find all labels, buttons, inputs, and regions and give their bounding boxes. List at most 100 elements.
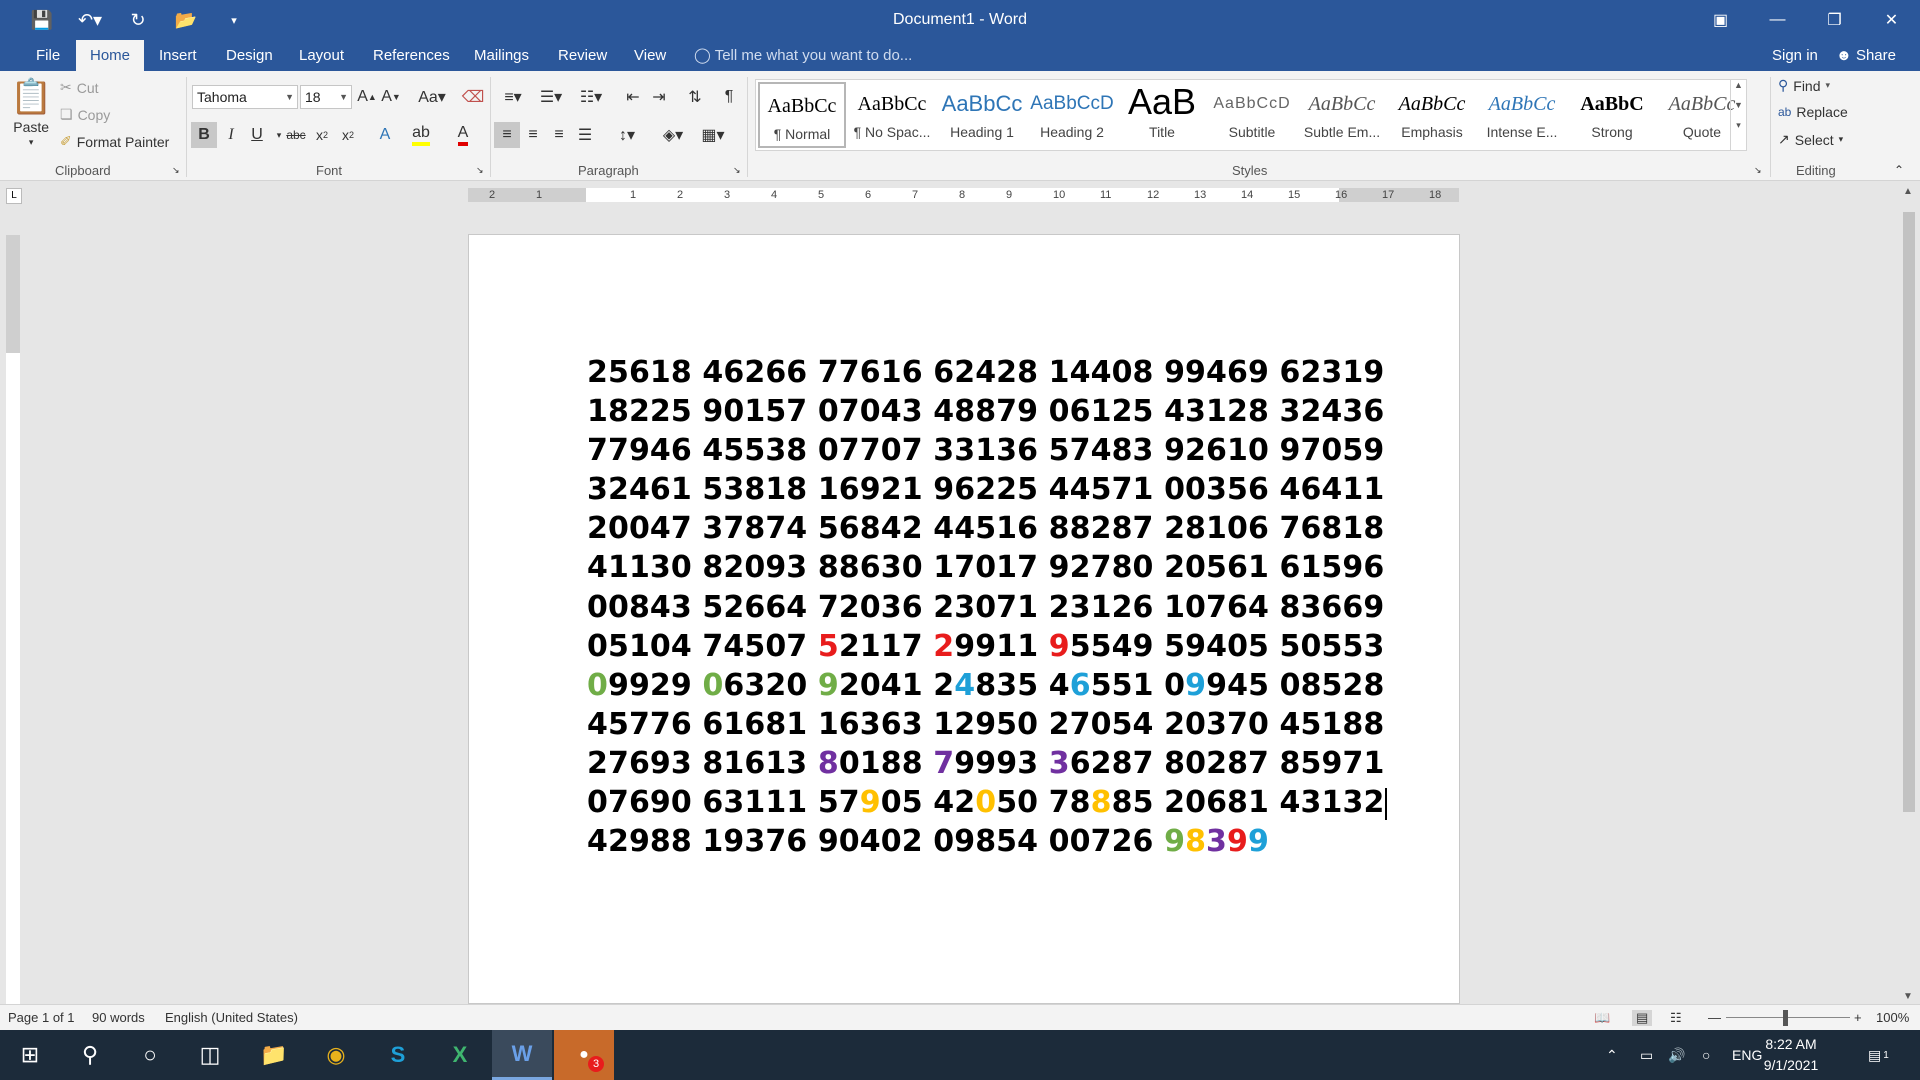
italic-button[interactable]: I [218,122,244,148]
language-status[interactable]: English (United States) [165,1010,298,1025]
highlight-icon[interactable]: ab [408,122,434,148]
font-size-combo[interactable]: 18 ▼ [300,85,352,109]
word-count[interactable]: 90 words [92,1010,145,1025]
sort-icon[interactable]: ⇅ [682,84,708,110]
zoom-in-icon[interactable]: + [1854,1010,1862,1025]
document-line[interactable]: 05104 74507 52117 29911 95549 59405 5055… [587,627,1387,666]
zoom-out-icon[interactable]: — [1708,1010,1721,1025]
tab-references[interactable]: References [359,40,464,71]
tab-home[interactable]: Home [76,40,145,71]
style-subtle-emphasis[interactable]: AaBbCc Subtle Em... [1298,82,1386,148]
align-center-icon[interactable]: ≡ [520,122,546,148]
zalo-icon[interactable]: ● 3 [554,1030,614,1080]
action-center-icon[interactable]: ▤ 1 [1868,1030,1889,1080]
page-count[interactable]: Page 1 of 1 [8,1010,75,1025]
read-mode-icon[interactable]: 📖 [1594,1010,1610,1026]
show-hidden-icons[interactable]: ⌃ [1606,1030,1618,1080]
line-spacing-icon[interactable]: ↕▾ [610,122,644,148]
tab-insert[interactable]: Insert [145,40,211,71]
styles-scroll[interactable]: ▲ ▼ ▾ [1730,80,1746,150]
windows-start-icon[interactable]: ⊞ [0,1030,60,1080]
search-icon[interactable]: ⚲ [60,1030,120,1080]
decrease-indent-icon[interactable]: ⇤ [620,84,646,110]
document-line[interactable]: 07690 63111 57905 42050 78885 20681 4313… [587,783,1388,822]
tab-selector-icon[interactable]: L [6,188,22,204]
bold-button[interactable]: B [191,122,217,148]
chrome-icon[interactable]: ◉ [306,1030,366,1080]
borders-icon[interactable]: ▦▾ [696,122,730,148]
tab-view[interactable]: View [620,40,680,71]
shading-icon[interactable]: ◈▾ [656,122,690,148]
font-launcher-icon[interactable]: ↘ [476,165,484,176]
styles-launcher-icon[interactable]: ↘ [1754,165,1762,176]
minimize-button[interactable]: — [1749,0,1806,40]
web-layout-icon[interactable]: ☷ [1670,1010,1682,1026]
print-layout-icon[interactable]: ▤ [1632,1010,1653,1026]
scroll-down-icon[interactable]: ▼ [1903,991,1913,1002]
change-case-icon[interactable]: Aa▾ [414,84,450,110]
style-heading-2[interactable]: AaBbCcD Heading 2 [1028,82,1116,148]
excel-icon[interactable]: X [430,1030,490,1080]
document-line[interactable]: 25618 46266 77616 62428 14408 99469 6231… [587,353,1387,392]
document-line[interactable]: 18225 90157 07043 48879 06125 43128 3243… [587,392,1387,431]
grow-font-icon[interactable]: A ▲ [354,84,380,110]
scrollbar-thumb[interactable] [1903,212,1915,812]
justify-icon[interactable]: ☰ [572,122,598,148]
document-page[interactable]: 25618 46266 77616 62428 14408 99469 6231… [468,234,1460,1004]
document-line[interactable]: 27693 81613 80188 79993 36287 80287 8597… [587,744,1387,783]
document-line[interactable]: 09929 06320 92041 24835 46551 09945 0852… [587,666,1387,705]
subscript-button[interactable]: x2 [309,122,335,148]
close-button[interactable]: ✕ [1863,0,1920,40]
pilcrow-icon[interactable]: ¶ [716,84,742,110]
zoom-level[interactable]: 100% [1876,1010,1909,1025]
clipboard-launcher-icon[interactable]: ↘ [172,165,180,176]
bullets-icon[interactable]: ≡▾ [496,84,530,110]
numbering-icon[interactable]: ☰▾ [534,84,568,110]
multilevel-list-icon[interactable]: ☷▾ [574,84,608,110]
tab-mailings[interactable]: Mailings [460,40,543,71]
restore-button[interactable]: ❐ [1806,0,1863,40]
document-line[interactable]: 45776 61681 16363 12950 27054 20370 4518… [587,705,1387,744]
document-body[interactable]: 25618 46266 77616 62428 14408 99469 6231… [587,353,1388,861]
document-line[interactable]: 41130 82093 88630 17017 92780 20561 6159… [587,548,1387,587]
sign-in-link[interactable]: Sign in [1772,40,1818,71]
more-styles-icon[interactable]: ▾ [1731,120,1746,131]
collapse-ribbon-icon[interactable]: ⌃ [1894,163,1904,177]
style-strong[interactable]: AaBbC Strong [1568,82,1656,148]
style-emphasis[interactable]: AaBbCc Emphasis [1388,82,1476,148]
zoom-slider-track[interactable] [1726,1017,1850,1018]
cut-button[interactable]: ✂ Cut [60,79,99,96]
style-intense-emphasis[interactable]: AaBbCc Intense E... [1478,82,1566,148]
zoom-slider-thumb[interactable] [1783,1010,1788,1026]
document-line[interactable]: 77946 45538 07707 33136 57483 92610 9705… [587,431,1387,470]
paste-button[interactable]: 📋 Paste ▾ [10,77,52,148]
replace-button[interactable]: ab Replace [1778,104,1848,120]
cortana-icon[interactable]: ○ [120,1030,180,1080]
document-line[interactable]: 42988 19376 90402 09854 00726 98399 [587,822,1387,861]
chevron-up-icon[interactable]: ▲ [1731,80,1746,90]
tab-design[interactable]: Design [212,40,287,71]
style-normal[interactable]: AaBbCc ¶ Normal [758,82,846,148]
battery-icon[interactable]: ▭ [1640,1030,1653,1080]
word-icon[interactable]: W [492,1030,552,1080]
vertical-scrollbar[interactable]: ▲ ▼ [1899,184,1920,1004]
text-effects-icon[interactable]: A [372,122,398,148]
volume-icon[interactable]: 🔊 [1668,1030,1685,1080]
ribbon-display-options-icon[interactable]: ▣ [1692,0,1749,40]
style-subtitle[interactable]: AaBbCcD Subtitle [1208,82,1296,148]
style-heading-1[interactable]: AaBbCc Heading 1 [938,82,1026,148]
task-view-icon[interactable]: ◫ [180,1030,240,1080]
document-line[interactable]: 32461 53818 16921 96225 44571 00356 4641… [587,470,1387,509]
skype-icon[interactable]: S [368,1030,428,1080]
strikethrough-button[interactable]: abc [283,122,309,148]
style-title[interactable]: AaB Title [1118,82,1206,148]
wifi-icon[interactable]: ○ [1702,1030,1710,1080]
font-name-combo[interactable]: Tahoma ▼ [192,85,298,109]
copy-button[interactable]: ❏ Copy [60,106,110,123]
shrink-font-icon[interactable]: A ▼ [378,84,404,110]
align-right-icon[interactable]: ≡ [546,122,572,148]
chevron-down-icon[interactable]: ▼ [1731,100,1746,110]
format-painter-button[interactable]: ✐ Format Painter [60,133,169,150]
share-button[interactable]: ☻ Share [1836,40,1896,71]
tab-review[interactable]: Review [544,40,621,71]
